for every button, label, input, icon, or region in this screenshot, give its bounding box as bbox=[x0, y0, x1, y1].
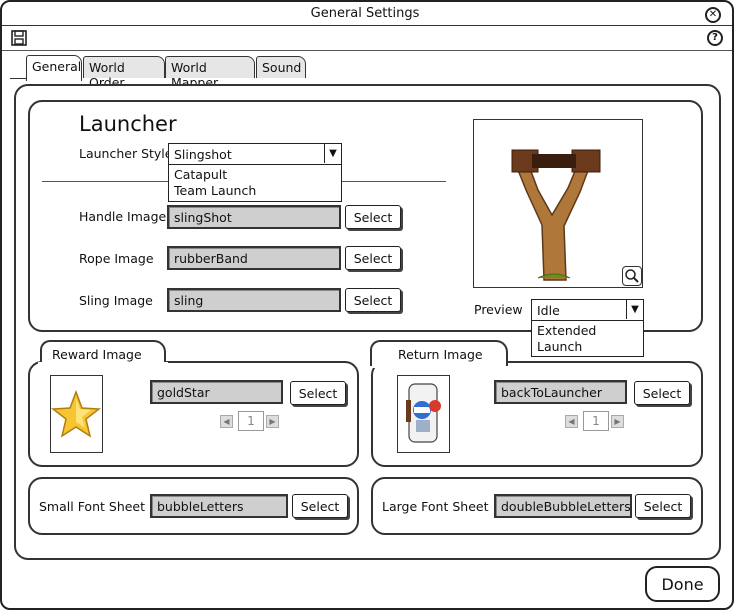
reward-next-page-button[interactable]: ▶ bbox=[266, 415, 279, 428]
large-font-select-button[interactable]: Select bbox=[635, 494, 691, 518]
tab-general[interactable]: General bbox=[26, 55, 82, 81]
return-image-thumbnail bbox=[397, 375, 450, 453]
rope-image-field[interactable]: rubberBand bbox=[167, 246, 341, 270]
reward-image-select-button[interactable]: Select bbox=[290, 381, 346, 405]
chevron-left-icon: ◀ bbox=[223, 417, 230, 426]
tab-general-label: General bbox=[32, 59, 82, 74]
reward-image-field[interactable]: goldStar bbox=[150, 380, 283, 404]
chevron-right-icon: ▶ bbox=[269, 417, 276, 426]
save-icon[interactable] bbox=[11, 30, 27, 46]
star-image bbox=[50, 389, 102, 438]
tab-baseline bbox=[10, 78, 26, 79]
tab-sound-label: Sound bbox=[262, 60, 302, 75]
launcher-style-option-team-launch[interactable]: Team Launch bbox=[174, 183, 336, 199]
preview-option-launch[interactable]: Launch bbox=[537, 339, 638, 355]
window-title: General Settings bbox=[310, 6, 420, 21]
chevron-down-icon: ▼ bbox=[626, 300, 643, 319]
launcher-style-value: Slingshot bbox=[174, 147, 232, 162]
tab-world-order[interactable]: World Order bbox=[83, 56, 165, 90]
tab-sound[interactable]: Sound bbox=[256, 56, 306, 78]
launcher-style-option-catapult[interactable]: Catapult bbox=[174, 167, 336, 183]
preview-dropdown: Extended Launch bbox=[531, 320, 644, 357]
large-font-label: Large Font Sheet bbox=[382, 499, 489, 514]
preview-select[interactable]: Idle ▼ bbox=[531, 299, 644, 321]
return-next-page-button[interactable]: ▶ bbox=[611, 415, 624, 428]
launcher-character-image bbox=[406, 383, 441, 443]
preview-option-extended[interactable]: Extended bbox=[537, 323, 638, 339]
reward-image-thumbnail bbox=[50, 375, 103, 453]
preview-value: Idle bbox=[537, 303, 560, 318]
reward-tab-join bbox=[38, 362, 168, 368]
reward-image-label: Reward Image bbox=[52, 347, 142, 362]
sling-image-select-button[interactable]: Select bbox=[345, 288, 401, 312]
rope-image-label: Rope Image bbox=[79, 251, 154, 266]
launcher-style-select[interactable]: Slingshot ▼ bbox=[168, 143, 342, 165]
rope-image-select-button[interactable]: Select bbox=[345, 246, 401, 270]
chevron-left-icon: ◀ bbox=[568, 417, 575, 426]
chevron-right-icon: ▶ bbox=[614, 417, 621, 426]
launcher-preview-image bbox=[473, 119, 643, 288]
return-tab-join bbox=[372, 362, 506, 368]
tab-world-mapper[interactable]: World Mapper bbox=[165, 56, 255, 90]
return-image-select-button[interactable]: Select bbox=[634, 381, 690, 405]
return-page-number: 1 bbox=[583, 411, 609, 431]
handle-image-label: Handle Image bbox=[79, 209, 167, 224]
magnifier-icon bbox=[625, 269, 639, 283]
small-font-select-button[interactable]: Select bbox=[292, 494, 348, 518]
handle-image-select-button[interactable]: Select bbox=[345, 205, 401, 229]
help-icon[interactable]: ? bbox=[707, 30, 723, 46]
return-image-field[interactable]: backToLauncher bbox=[494, 380, 627, 404]
handle-image-field[interactable]: slingShot bbox=[167, 205, 341, 229]
launcher-style-label: Launcher Style bbox=[79, 146, 173, 161]
slingshot-image bbox=[511, 149, 601, 281]
large-font-field[interactable]: doubleBubbleLetters bbox=[494, 494, 632, 518]
reward-prev-page-button[interactable]: ◀ bbox=[220, 415, 233, 428]
preview-label: Preview bbox=[474, 302, 523, 317]
small-font-label: Small Font Sheet bbox=[39, 499, 146, 514]
launcher-style-dropdown: Catapult Team Launch bbox=[168, 164, 342, 202]
launcher-heading: Launcher bbox=[79, 112, 177, 136]
done-button[interactable]: Done bbox=[645, 566, 720, 602]
chevron-down-icon: ▼ bbox=[324, 144, 341, 163]
toolbar bbox=[2, 27, 732, 51]
return-image-label: Return Image bbox=[398, 347, 483, 362]
sling-image-field[interactable]: sling bbox=[167, 288, 341, 312]
small-font-field[interactable]: bubbleLetters bbox=[150, 494, 288, 518]
reward-page-number: 1 bbox=[238, 411, 264, 431]
sling-image-label: Sling Image bbox=[79, 293, 153, 308]
zoom-preview-button[interactable] bbox=[622, 266, 642, 286]
return-prev-page-button[interactable]: ◀ bbox=[565, 415, 578, 428]
close-icon[interactable]: ✕ bbox=[705, 7, 721, 23]
